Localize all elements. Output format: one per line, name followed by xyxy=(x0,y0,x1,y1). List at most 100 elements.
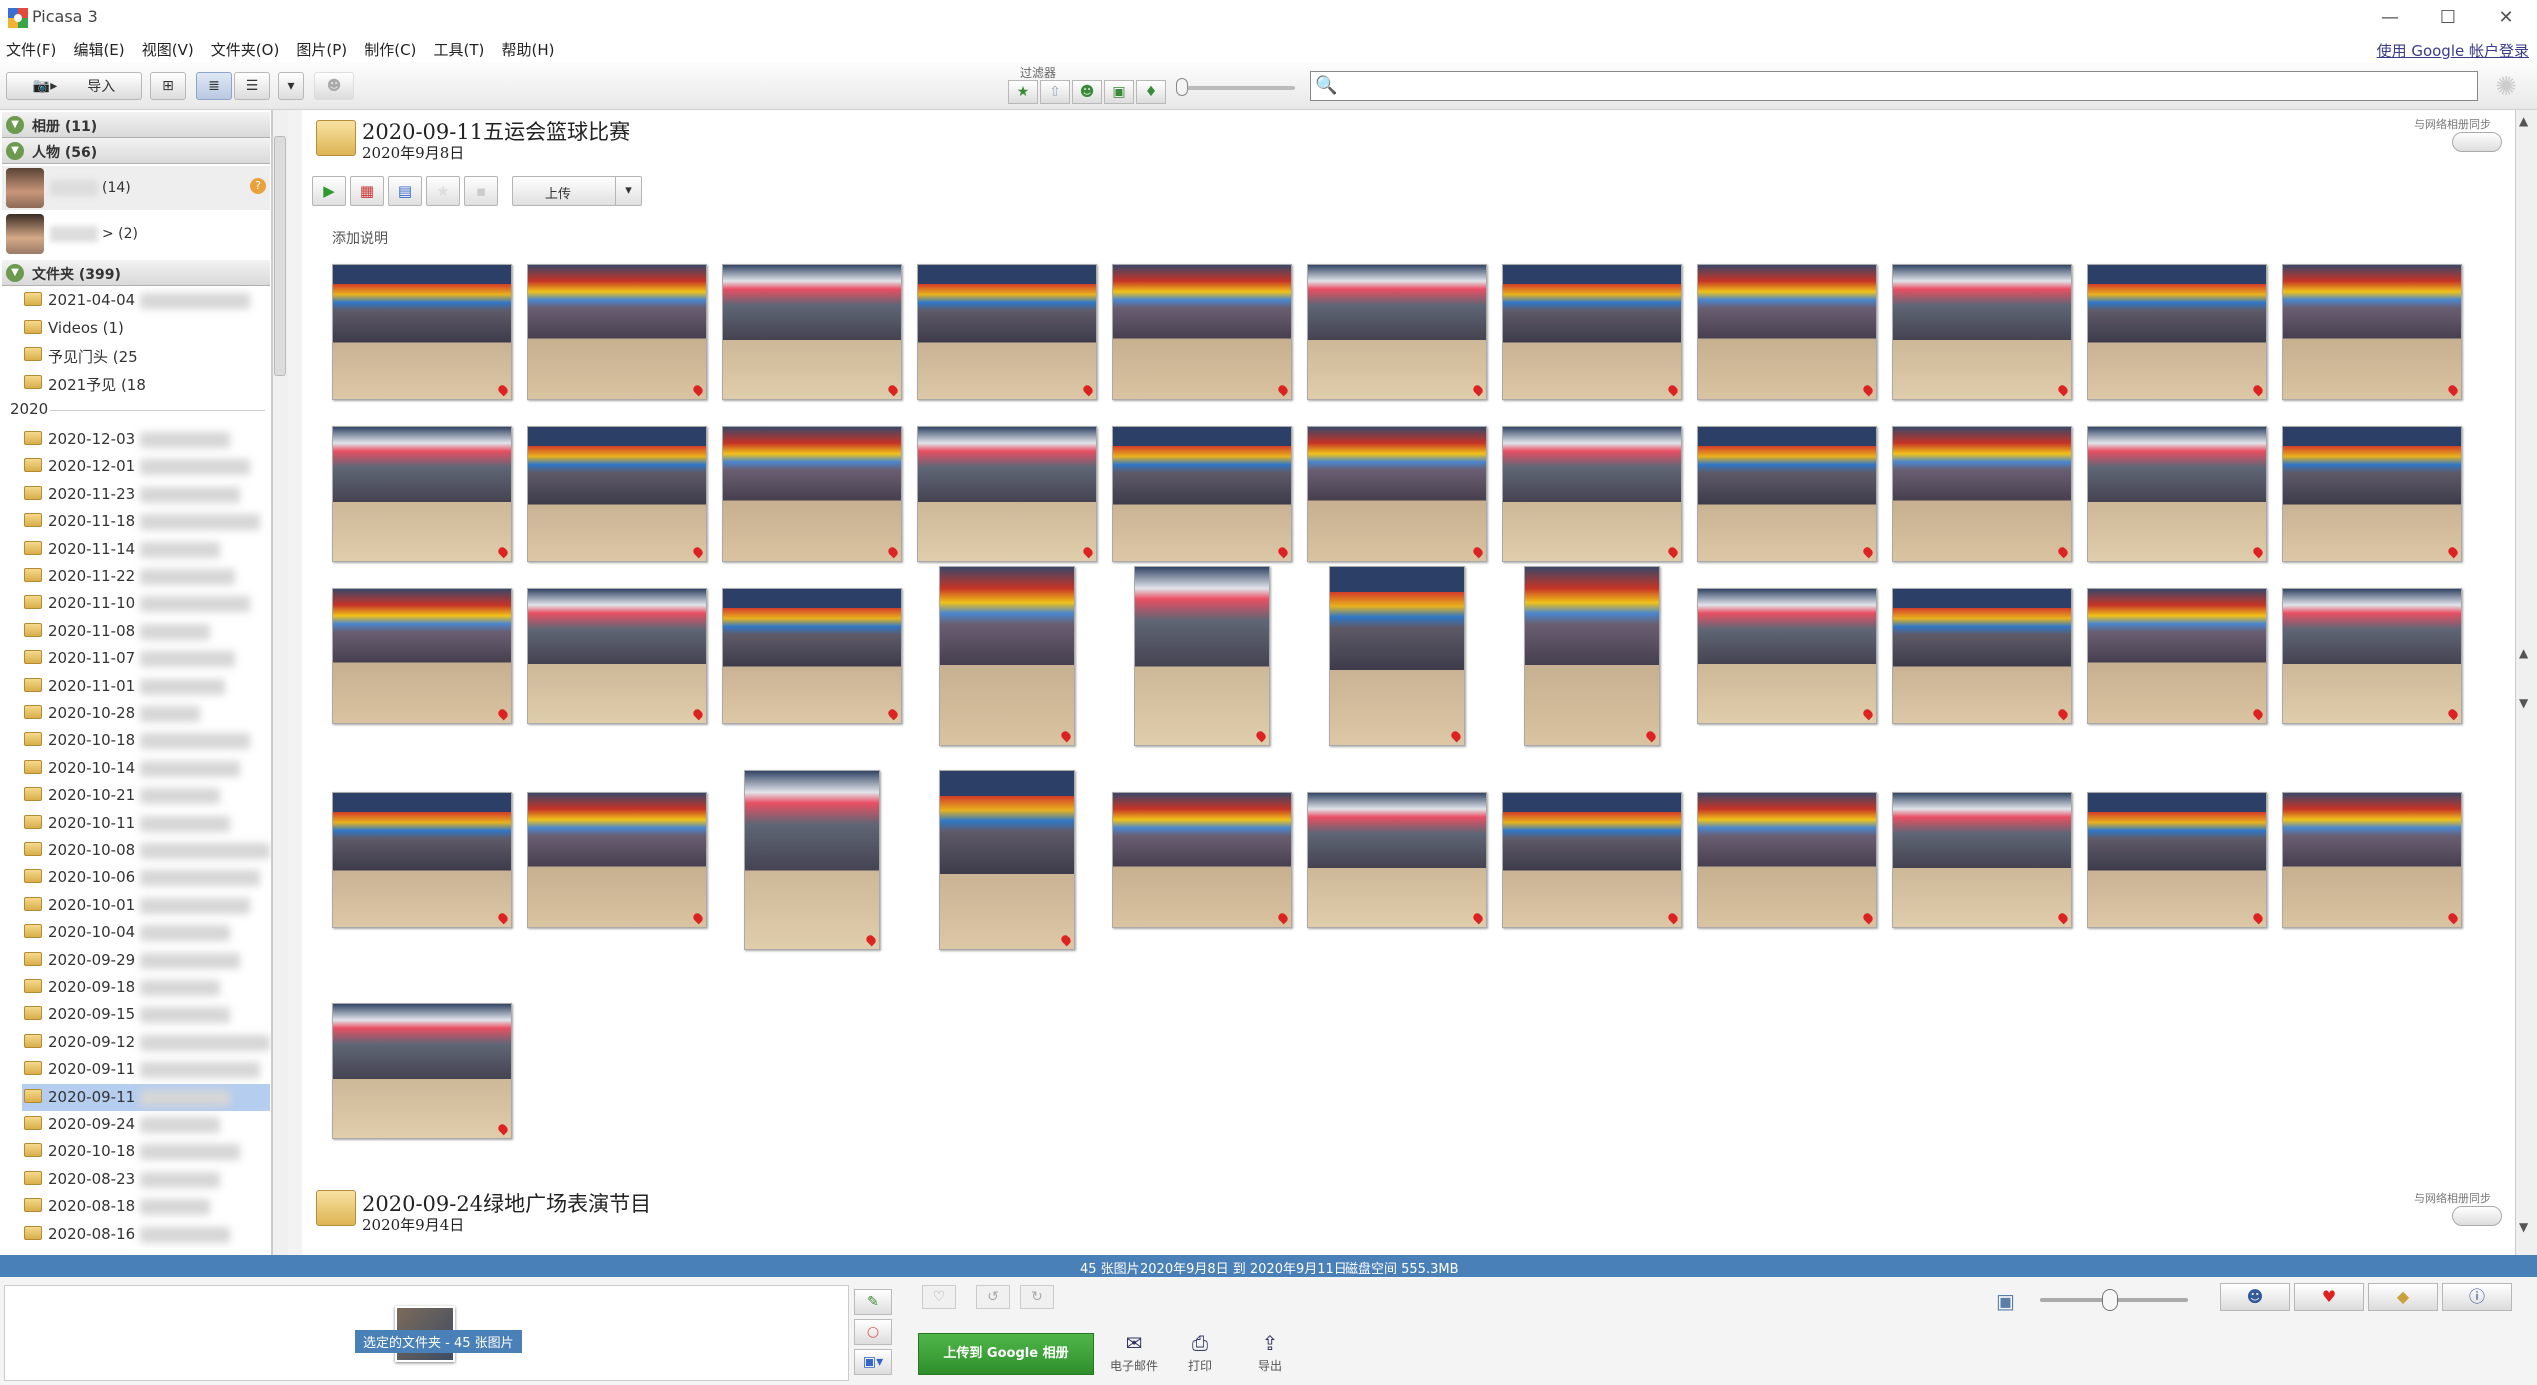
filter-uploaded-button[interactable]: ⇧ xyxy=(1040,80,1070,104)
rotate-right-button[interactable]: ↻ xyxy=(1020,1285,1054,1309)
sidebar-folder-item[interactable]: 予见门头 (25 xyxy=(22,342,270,369)
sidebar-folder-item[interactable]: 2020-10-06 xyxy=(22,864,270,891)
photo-thumbnail[interactable] xyxy=(527,792,707,928)
photo-thumbnail[interactable] xyxy=(1892,426,2072,562)
scroll-down-icon[interactable]: ▼ xyxy=(2519,1220,2528,1234)
share-button[interactable]: ♡ xyxy=(922,1285,956,1309)
sidebar-folder-item[interactable]: 2020-09-18 xyxy=(22,974,270,1001)
sidebar-folder-item[interactable]: 2020-10-18 xyxy=(22,727,270,754)
photo-thumbnail[interactable] xyxy=(722,426,902,562)
sidebar-folder-item[interactable]: 2020-10-04 xyxy=(22,919,270,946)
people-panel-button[interactable]: ☻ xyxy=(2220,1283,2290,1311)
sidebar-folder-item[interactable]: 2020-10-21 xyxy=(22,782,270,809)
people-manager-button[interactable]: ☻ xyxy=(314,72,354,100)
photo-thumbnail[interactable] xyxy=(744,770,880,950)
search-box[interactable]: 🔍 xyxy=(1310,71,2478,101)
photo-thumbnail[interactable] xyxy=(527,588,707,724)
photo-thumbnail[interactable] xyxy=(2087,792,2267,928)
photo-thumbnail[interactable] xyxy=(1502,792,1682,928)
sidebar-folder-item[interactable]: Videos (1) xyxy=(22,315,270,342)
sidebar-folder-item[interactable]: 2020-11-07 xyxy=(22,645,270,672)
star-button[interactable]: ★ xyxy=(426,176,460,206)
folders-section-header[interactable]: ▼ 文件夹 (399) xyxy=(2,260,270,286)
photo-thumbnail[interactable] xyxy=(2087,426,2267,562)
photo-thumbnail[interactable] xyxy=(1112,264,1292,400)
sidebar-folder-item[interactable]: 2020-09-15 xyxy=(22,1001,270,1028)
places-panel-button[interactable]: ♥ xyxy=(2294,1283,2364,1311)
photo-thumbnail[interactable] xyxy=(2282,792,2462,928)
sync-toggle[interactable] xyxy=(2452,1206,2502,1226)
photo-thumbnail[interactable] xyxy=(527,426,707,562)
sidebar-folder-item[interactable]: 2020-10-28 xyxy=(22,700,270,727)
minimize-button[interactable]: — xyxy=(2370,4,2410,32)
photo-thumbnail[interactable] xyxy=(332,264,512,400)
sidebar-folder-item[interactable]: 2020-11-14 xyxy=(22,536,270,563)
upload-to-google-button[interactable]: 上传到 Google 相册 xyxy=(918,1333,1094,1375)
photo-thumbnail[interactable] xyxy=(1892,792,2072,928)
photo-thumbnail[interactable] xyxy=(1112,426,1292,562)
clear-button[interactable]: ○ xyxy=(854,1319,892,1345)
menu-edit[interactable]: 编辑(E) xyxy=(67,36,130,63)
scroll-down-icon[interactable]: ▼ xyxy=(2519,696,2528,710)
filter-geotag-button[interactable]: ♦ xyxy=(1136,80,1166,104)
photo-thumbnail[interactable] xyxy=(1134,566,1270,746)
print-button[interactable]: ⎙ 打印 xyxy=(1170,1331,1230,1374)
photo-thumbnail[interactable] xyxy=(917,264,1097,400)
filter-movies-button[interactable]: ▣ xyxy=(1104,80,1134,104)
photo-thumbnail[interactable] xyxy=(1307,426,1487,562)
search-input[interactable] xyxy=(1339,74,2469,98)
hold-button[interactable]: ✎ xyxy=(854,1289,892,1315)
albums-section-header[interactable]: ▼ 相册 (11) xyxy=(2,112,270,138)
photo-thumbnail[interactable] xyxy=(1892,264,2072,400)
photo-thumbnail[interactable] xyxy=(1697,426,1877,562)
thumbnail-size-knob[interactable] xyxy=(2102,1289,2118,1311)
sidebar-folder-item[interactable]: 2021予见 (18 xyxy=(22,370,270,397)
photo-thumbnail[interactable] xyxy=(1697,264,1877,400)
photo-thumbnail[interactable] xyxy=(1502,426,1682,562)
photo-thumbnail[interactable] xyxy=(1329,566,1465,746)
people-section-header[interactable]: ▼ 人物 (56) xyxy=(2,138,270,164)
sidebar-folder-item[interactable]: 2020-11-22 xyxy=(22,563,270,590)
photo-thumbnail[interactable] xyxy=(527,264,707,400)
sign-in-link[interactable]: 使用 Google 帐户登录 xyxy=(2377,40,2529,61)
photo-thumbnail[interactable] xyxy=(332,588,512,724)
panel-splitter[interactable] xyxy=(288,110,302,1255)
sidebar-folder-item[interactable]: 2020-09-24 xyxy=(22,1111,270,1138)
rotate-left-button[interactable]: ↺ xyxy=(976,1285,1010,1309)
person-item[interactable]: > (2) xyxy=(2,212,270,256)
menu-help[interactable]: 帮助(H) xyxy=(495,36,560,63)
photo-thumbnail[interactable] xyxy=(2282,426,2462,562)
sidebar-folder-item[interactable]: 2020-11-18 xyxy=(22,508,270,535)
sidebar-folder-item[interactable]: 2020-08-18 xyxy=(22,1193,270,1220)
menu-file[interactable]: 文件(F) xyxy=(0,36,62,63)
menu-folder[interactable]: 文件夹(O) xyxy=(205,36,286,63)
photo-thumbnail[interactable] xyxy=(332,792,512,928)
photo-thumbnail[interactable] xyxy=(1112,792,1292,928)
photo-thumbnail[interactable] xyxy=(939,566,1075,746)
close-button[interactable]: ✕ xyxy=(2486,4,2526,32)
sidebar-folder-item[interactable]: 2020-08-23 xyxy=(22,1166,270,1193)
sidebar-folder-item[interactable]: 2020-12-03 xyxy=(22,426,270,453)
movie-button[interactable]: ▤ xyxy=(388,176,422,206)
sidebar-folder-item[interactable]: 2020-09-11 xyxy=(22,1083,270,1111)
sidebar-folder-item[interactable]: 2020-10-08 xyxy=(22,837,270,864)
photo-thumbnail[interactable] xyxy=(939,770,1075,950)
sidebar-folder-item[interactable]: 2020-08-16 xyxy=(22,1221,270,1248)
photo-thumbnail[interactable] xyxy=(2282,264,2462,400)
menu-picture[interactable]: 图片(P) xyxy=(290,36,353,63)
sidebar-folder-item[interactable]: 2020-10-11 xyxy=(22,810,270,837)
photo-thumbnail[interactable] xyxy=(2087,264,2267,400)
sidebar-folder-item[interactable]: 2020-11-08 xyxy=(22,618,270,645)
tree-view-button[interactable]: ☰ xyxy=(234,72,270,100)
scroll-up-icon[interactable]: ▲ xyxy=(2519,646,2528,660)
photo-thumbnail[interactable] xyxy=(332,426,512,562)
photo-thumbnail[interactable] xyxy=(2282,588,2462,724)
photo-thumbnail[interactable] xyxy=(1502,264,1682,400)
collage-button[interactable]: ▦ xyxy=(350,176,384,206)
filter-starred-button[interactable]: ★ xyxy=(1008,80,1038,104)
photo-thumbnail[interactable] xyxy=(1307,792,1487,928)
person-item[interactable]: (14) ? xyxy=(2,166,270,210)
photo-thumbnail[interactable] xyxy=(1697,792,1877,928)
sidebar-folder-item[interactable]: 2020-09-11 xyxy=(22,1056,270,1083)
photo-thumbnail[interactable] xyxy=(332,1003,512,1139)
